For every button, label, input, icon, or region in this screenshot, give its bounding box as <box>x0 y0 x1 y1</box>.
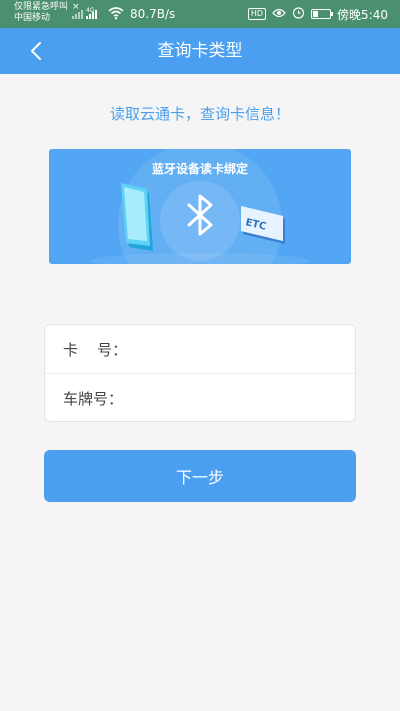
eye-icon <box>272 7 286 21</box>
nav-bar: 查询卡类型 <box>0 28 400 74</box>
chevron-left-icon <box>31 42 41 60</box>
wifi-icon <box>108 5 124 24</box>
status-right: HD 傍晚5:40 <box>247 4 388 24</box>
status-left: 仅限紧急呼叫 × 中国移动 <box>14 2 80 24</box>
back-button[interactable] <box>22 37 50 65</box>
emergency-text: 仅限紧急呼叫 <box>14 2 69 12</box>
bluetooth-read-banner[interactable]: ETC 蓝牙设备读卡绑定 <box>49 149 351 264</box>
banner-title: 蓝牙设备读卡绑定 <box>151 162 248 176</box>
card-number-row: 卡 号： <box>45 325 355 374</box>
plate-number-input[interactable] <box>125 378 343 419</box>
next-step-button[interactable]: 下一步 <box>44 450 356 502</box>
network-speed: 80.7B/s <box>130 7 176 21</box>
card-number-label: 卡 号： <box>63 340 128 359</box>
instruction-text: 读取云通卡，查询卡信息！ <box>109 105 290 123</box>
battery-icon <box>311 9 334 19</box>
status-mid: 4G 80.7B/s <box>72 4 175 24</box>
status-time: 傍晚5:40 <box>337 7 388 22</box>
card-info-form: 卡 号： 车牌号： <box>44 324 356 422</box>
alarm-icon <box>292 6 305 22</box>
card-number-input[interactable] <box>125 329 343 369</box>
page-title: 查询卡类型 <box>157 41 243 61</box>
carrier-name: 中国移动 <box>14 13 51 23</box>
plate-number-label: 车牌号： <box>63 390 124 408</box>
status-bar: 仅限紧急呼叫 × 中国移动 4G 80.7B/s HD 傍晚5:40 <box>0 0 400 28</box>
plate-number-row: 车牌号： <box>45 374 355 423</box>
signal-icon: 4G <box>72 5 102 24</box>
hd-badge: HD <box>247 8 267 20</box>
